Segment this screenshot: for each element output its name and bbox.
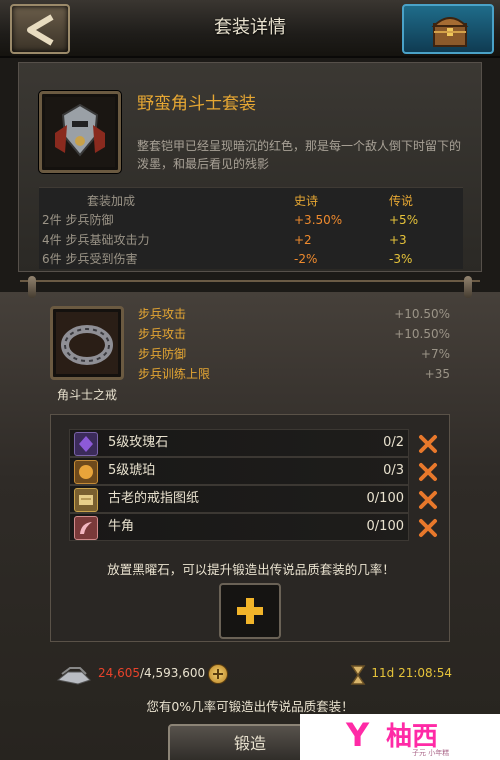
- material-row[interactable]: 5级琥珀 0/3: [69, 457, 437, 485]
- rose-stone-icon: [74, 432, 98, 456]
- missing-x-icon: [419, 519, 437, 537]
- rod-pin: [28, 276, 36, 298]
- hourglass-icon: [350, 665, 366, 685]
- item-stat-row: 步兵攻击 +10.50%: [138, 304, 450, 324]
- item-stat-row: 步兵训练上限 +35: [138, 364, 450, 384]
- missing-x-icon: [419, 435, 437, 453]
- scroll-icon: [74, 488, 98, 512]
- treasure-chest-button[interactable]: [402, 4, 494, 54]
- stat-value: +35: [424, 367, 450, 381]
- add-resource-button[interactable]: [208, 664, 228, 684]
- material-count: 0/3: [383, 463, 404, 478]
- material-count: 0/2: [383, 435, 404, 450]
- plus-icon: [213, 669, 223, 679]
- missing-x-icon: [419, 463, 437, 481]
- add-obsidian-button[interactable]: [219, 583, 281, 639]
- plus-icon: [237, 598, 263, 624]
- watermark-sub: 子元 小年糕: [412, 749, 450, 757]
- rod-pin: [464, 276, 472, 298]
- ring-icon: [56, 312, 118, 374]
- back-button[interactable]: [10, 4, 70, 54]
- scroll-rod: [20, 276, 480, 306]
- set-description: 整套铠甲已经呈现暗沉的红色，那是每一个敌人倒下时留下的泼墨，和最后看见的残影: [137, 139, 462, 171]
- stat-label: 步兵防御: [138, 347, 187, 361]
- top-bar: 套装详情: [0, 0, 500, 58]
- gladiator-armor-icon: [45, 97, 115, 167]
- item-stat-row: 步兵攻击 +10.50%: [138, 324, 450, 344]
- bonus-label: 4件 步兵基础攻击力: [42, 233, 150, 247]
- bonus-header-legend: 传说: [389, 194, 414, 208]
- treasure-chest-icon: [431, 17, 469, 47]
- material-count: 0/100: [366, 519, 404, 534]
- stat-label: 步兵训练上限: [138, 367, 211, 381]
- material-name: 牛角: [108, 519, 135, 534]
- item-name: 角斗士之戒: [56, 388, 117, 402]
- resource-row: 24,605/4,593,600 11d 21:08:54: [56, 664, 452, 686]
- iron-ingot-icon: [56, 667, 91, 685]
- bonus-legend-value: -3%: [389, 252, 413, 266]
- material-name: 5级玫瑰石: [108, 435, 169, 450]
- page-title: 套装详情: [214, 17, 286, 38]
- materials-panel: 5级玫瑰石 0/2 5级琥珀 0/3 古老的戒指图纸 0/100 牛角 0/10…: [50, 414, 450, 642]
- bonus-header-epic: 史诗: [294, 194, 319, 208]
- bonus-row: 6件 步兵受到伤害 -2% -3%: [39, 250, 463, 268]
- set-icon-frame: [39, 91, 121, 173]
- stat-label: 步兵攻击: [138, 307, 187, 321]
- horn-icon: [74, 516, 98, 540]
- bonus-epic-value: -2%: [294, 252, 318, 266]
- forge-timer: 11d 21:08:54: [371, 666, 452, 680]
- obsidian-hint: 放置黑曜石，可以提升锻造出传说品质套装的几率！: [107, 562, 395, 577]
- legendary-chance-text: 您有0%几率可锻造出传说品质套装！: [146, 699, 354, 714]
- resource-have: 24,605: [98, 666, 140, 680]
- material-row[interactable]: 古老的戒指图纸 0/100: [69, 485, 437, 513]
- chevron-left-icon: [27, 14, 54, 46]
- stat-value: +10.50%: [394, 307, 450, 321]
- item-stat-row: 步兵防御 +7%: [138, 344, 450, 364]
- bonus-row: 2件 步兵防御 +3.50% +5%: [39, 211, 463, 229]
- set-name: 野蛮角斗士套装: [137, 94, 256, 114]
- material-count: 0/100: [366, 491, 404, 506]
- forge-item-area: 角斗士之戒 步兵攻击 +10.50% 步兵攻击 +10.50% 步兵防御 +7%…: [0, 276, 500, 760]
- material-name: 古老的戒指图纸: [108, 491, 200, 506]
- material-name: 5级琥珀: [108, 463, 156, 478]
- watermark: Y 柚西 子元 小年糕: [300, 714, 500, 760]
- material-row[interactable]: 牛角 0/100: [69, 513, 437, 541]
- bonus-label: 6件 步兵受到伤害: [42, 252, 138, 266]
- bonus-header-label: 套装加成: [87, 194, 136, 208]
- stat-value: +7%: [420, 347, 450, 361]
- bonus-table-header: 套装加成 史诗 传说: [39, 192, 463, 210]
- stat-label: 步兵攻击: [138, 327, 187, 341]
- bonus-row: 4件 步兵基础攻击力 +2 +3: [39, 231, 463, 249]
- resource-amount: 24,605/4,593,600: [98, 666, 205, 680]
- bonus-epic-value: +3.50%: [294, 213, 343, 227]
- bonus-legend-value: +5%: [389, 213, 419, 227]
- material-row[interactable]: 5级玫瑰石 0/2: [69, 429, 437, 457]
- resource-need: /4,593,600: [140, 666, 206, 680]
- set-info-panel: 野蛮角斗士套装 整套铠甲已经呈现暗沉的红色，那是每一个敌人倒下时留下的泼墨，和最…: [18, 62, 482, 272]
- bonus-legend-value: +3: [389, 233, 407, 247]
- bonus-epic-value: +2: [294, 233, 312, 247]
- missing-x-icon: [419, 491, 437, 509]
- amber-icon: [74, 460, 98, 484]
- watermark-logo: Y: [346, 716, 370, 754]
- set-bonus-table: 套装加成 史诗 传说 2件 步兵防御 +3.50% +5% 4件 步兵基础攻击力…: [39, 187, 463, 269]
- bonus-label: 2件 步兵防御: [42, 213, 114, 227]
- item-icon-frame[interactable]: [50, 306, 124, 380]
- stat-value: +10.50%: [394, 327, 450, 341]
